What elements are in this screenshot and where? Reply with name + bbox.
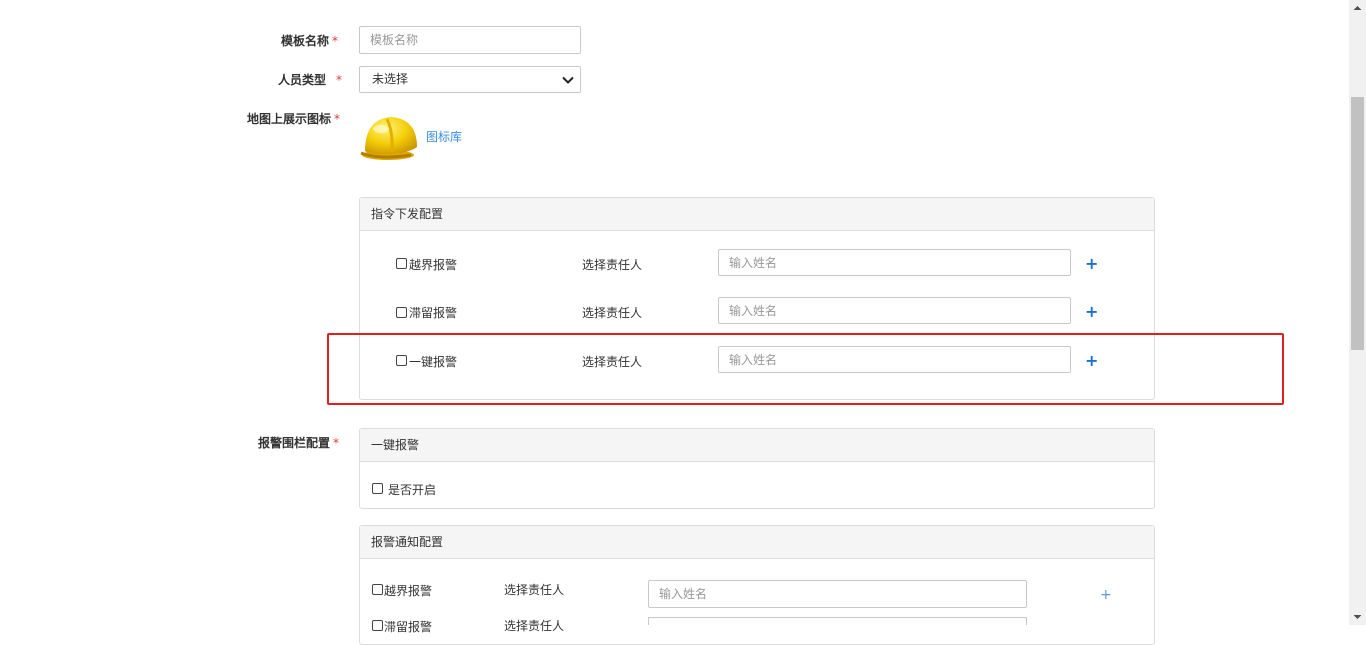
yellow-helmet-icon[interactable] — [359, 113, 421, 163]
required-mark: * — [336, 73, 343, 87]
responsible-label: 选择责任人 — [504, 619, 565, 633]
stay-alarm-label: 滞留报警 — [409, 306, 458, 320]
responsible-name-input[interactable] — [718, 297, 1071, 324]
scroll-up-arrow-icon[interactable] — [1352, 3, 1363, 13]
person-type-select[interactable]: 未选择 — [359, 66, 581, 93]
out-of-bounds-label: 越界报警 — [384, 584, 433, 598]
add-responsible-button[interactable]: + — [1085, 256, 1098, 272]
enable-label: 是否开启 — [388, 483, 437, 497]
out-of-bounds-checkbox[interactable] — [396, 258, 407, 269]
icon-library-link[interactable]: 图标库 — [426, 128, 462, 145]
template-name-label: 模板名称 * — [281, 34, 339, 48]
highlight-annotation — [327, 333, 1284, 405]
enable-checkbox[interactable] — [372, 483, 383, 494]
person-type-selected: 未选择 — [372, 72, 409, 86]
responsible-label: 选择责任人 — [582, 306, 643, 320]
one-click-alarm-title: 一键报警 — [360, 429, 1154, 462]
chevron-down-icon — [562, 76, 574, 84]
map-icon-label: 地图上展示图标 * — [247, 112, 341, 126]
stay-alarm-checkbox[interactable] — [372, 620, 383, 631]
responsible-name-input[interactable] — [648, 617, 1027, 625]
template-name-input[interactable] — [359, 26, 581, 54]
responsible-label: 选择责任人 — [504, 583, 565, 597]
responsible-label: 选择责任人 — [582, 258, 643, 272]
stay-alarm-checkbox[interactable] — [396, 307, 407, 318]
add-responsible-button[interactable]: + — [1100, 587, 1112, 603]
scroll-down-arrow-icon[interactable] — [1352, 612, 1363, 622]
stay-alarm-label: 滞留报警 — [384, 620, 433, 634]
required-mark: * — [334, 112, 341, 126]
add-responsible-button[interactable]: + — [1085, 304, 1098, 320]
required-mark: * — [332, 34, 339, 48]
responsible-name-input[interactable] — [718, 249, 1071, 276]
command-config-title: 指令下发配置 — [360, 198, 1154, 231]
scrollbar-thumb[interactable] — [1351, 97, 1364, 350]
out-of-bounds-label: 越界报警 — [409, 258, 458, 272]
alarm-fence-label: 报警围栏配置 * — [258, 436, 340, 450]
responsible-name-input[interactable] — [648, 580, 1027, 608]
person-type-label: 人员类型 * — [278, 73, 343, 87]
required-mark: * — [333, 436, 340, 450]
one-click-alarm-panel: 一键报警 — [359, 428, 1155, 509]
notify-config-title: 报警通知配置 — [360, 526, 1154, 559]
out-of-bounds-checkbox[interactable] — [372, 584, 383, 595]
